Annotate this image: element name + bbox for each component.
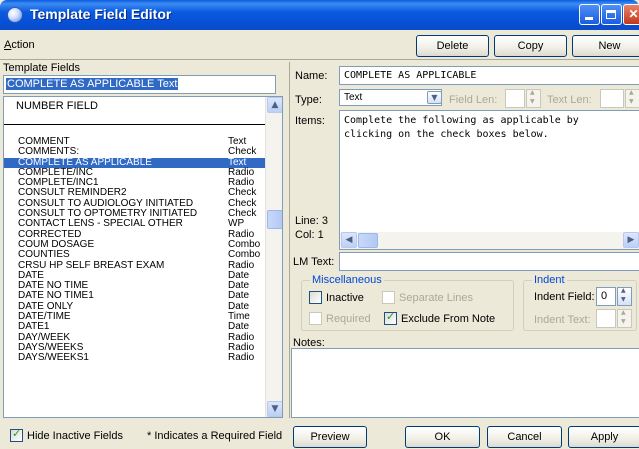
list-rows: COMMENT Text COMMENTS: Check COMPLETE AS APP… (4, 136, 266, 364)
menu-action-label: ction (11, 39, 35, 51)
hide-inactive-label: Hide Inactive Fields (27, 430, 123, 442)
text-len-input[interactable] (600, 89, 624, 108)
list-item-type: Radio (228, 352, 255, 364)
text-len-label: Text Len: (547, 94, 592, 106)
minimize-icon (585, 17, 593, 20)
lm-text-input[interactable] (339, 252, 639, 271)
list-vertical-scrollbar[interactable]: ▲ ▼ (265, 97, 282, 417)
scroll-thumb[interactable] (267, 210, 282, 229)
name-value: COMPLETE AS APPLICABLE (344, 70, 477, 81)
scroll-left-arrow-icon[interactable]: ◀ (341, 232, 357, 248)
col-indicator: Col: 1 (295, 229, 324, 241)
items-text: Complete the following as applicable by … (344, 115, 579, 140)
type-value: Text (344, 92, 363, 103)
list-header: NUMBER FIELD (4, 97, 266, 125)
items-label: Items: (295, 115, 325, 127)
scroll-down-arrow-icon[interactable]: ▼ (267, 401, 282, 417)
preview-button[interactable]: Preview (293, 426, 367, 448)
delete-button[interactable]: Delete (416, 35, 489, 57)
indent-field-input[interactable]: 0 (596, 287, 616, 306)
left-footer: Hide Inactive Fields * Indicates a Requi… (0, 424, 290, 449)
exclude-from-note-label: Exclude From Note (401, 313, 496, 325)
scroll-up-arrow-icon[interactable]: ▲ (267, 97, 282, 113)
indent-field-value: 0 (601, 290, 608, 302)
line-indicator: Line: 3 (295, 215, 329, 227)
indent-field-label: Indent Field: (534, 291, 595, 303)
inactive-checkbox[interactable] (309, 291, 322, 304)
indent-text-input[interactable] (596, 309, 616, 328)
window-title: Template Field Editor (30, 6, 172, 22)
minimize-button[interactable] (579, 4, 600, 25)
field-len-label: Field Len: (449, 94, 498, 106)
required-checkbox[interactable] (309, 312, 322, 325)
template-fields-label: Template Fields (3, 62, 81, 74)
hide-inactive-checkbox[interactable] (10, 427, 23, 442)
indent-group: Indent Indent Field: 0 Indent Text: (523, 274, 637, 331)
name-label: Name: (295, 70, 328, 82)
indent-text-spinner[interactable] (617, 309, 632, 328)
copy-button[interactable]: Copy (494, 35, 567, 57)
notes-textarea[interactable] (291, 348, 639, 418)
close-button[interactable]: ✕ (623, 4, 639, 25)
items-textarea[interactable]: Complete the following as applicable by … (339, 110, 639, 250)
indent-field-spinner[interactable] (617, 287, 632, 306)
inactive-label: Inactive (326, 292, 364, 304)
separate-lines-checkbox[interactable] (382, 291, 395, 304)
items-scroll-thumb[interactable] (358, 233, 378, 248)
template-fields-search-input[interactable]: COMPLETE AS APPLICABLE Text (3, 75, 276, 94)
ok-button[interactable]: OK (405, 426, 480, 448)
type-label: Type: (295, 94, 322, 106)
miscellaneous-group: Miscellaneous Inactive Separate Lines Re… (301, 274, 514, 331)
chevron-down-icon[interactable]: ▼ (427, 91, 442, 104)
type-select[interactable]: Text ▼ (339, 89, 442, 106)
app-icon (7, 7, 23, 23)
exclude-from-note-checkbox[interactable] (384, 310, 397, 325)
miscellaneous-title: Miscellaneous (310, 274, 384, 286)
title-bar: Template Field Editor ✕ (0, 0, 639, 30)
list-item[interactable]: DAYS/WEEKS1 Radio (4, 352, 266, 364)
apply-button[interactable]: Apply (568, 426, 639, 448)
indent-text-label: Indent Text: (534, 314, 591, 326)
field-len-input[interactable] (505, 89, 525, 108)
text-len-spinner[interactable] (625, 89, 639, 108)
required-field-note: * Indicates a Required Field (147, 430, 283, 442)
list-item-name: DAYS/WEEKS1 (18, 352, 89, 364)
template-fields-list[interactable]: NUMBER FIELD COMMENT Text COMMENTS: Check CO… (3, 96, 283, 418)
scroll-right-arrow-icon[interactable]: ▶ (623, 232, 639, 248)
cancel-button[interactable]: Cancel (487, 426, 562, 448)
field-len-spinner[interactable] (526, 89, 541, 108)
list-header-label: NUMBER FIELD (16, 100, 98, 112)
indent-title: Indent (532, 274, 567, 286)
template-fields-search-value: COMPLETE AS APPLICABLE Text (6, 78, 179, 90)
maximize-button[interactable] (601, 4, 622, 25)
menu-action[interactable]: Action (4, 39, 35, 51)
menu-bar: Action Delete Copy New (0, 30, 639, 60)
name-field[interactable]: COMPLETE AS APPLICABLE (339, 66, 639, 85)
separate-lines-label: Separate Lines (399, 292, 473, 304)
required-label: Required (326, 313, 371, 325)
items-horizontal-scrollbar[interactable]: ◀ ▶ (340, 232, 639, 249)
new-button[interactable]: New (572, 35, 639, 57)
lm-text-label: LM Text: (293, 256, 335, 268)
maximize-icon (606, 10, 616, 19)
